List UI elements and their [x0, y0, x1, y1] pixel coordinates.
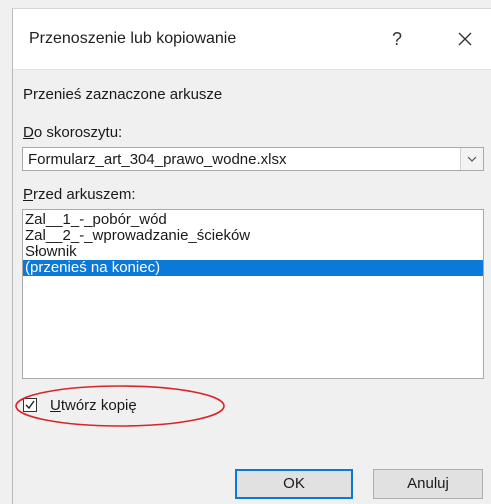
- title-separator: [13, 69, 491, 70]
- checkmark-icon: [25, 400, 35, 410]
- chevron-down-icon: [467, 156, 477, 162]
- create-copy-label-text: twórz kopię: [60, 397, 137, 414]
- to-book-label-accel: D: [23, 124, 34, 141]
- to-book-label: Do skoroszytu:: [23, 124, 122, 141]
- before-sheet-label-text: rzed arkuszem:: [33, 186, 136, 203]
- before-sheet-label-accel: P: [23, 186, 34, 203]
- before-sheet-label: Przed arkuszem:: [23, 186, 136, 203]
- title-bar: Przenoszenie lub kopiowanie ?: [13, 9, 491, 69]
- move-selected-sheets-heading: Przenieś zaznaczone arkusze: [23, 86, 223, 103]
- move-copy-dialog: Przenoszenie lub kopiowanie ? Przenieś z…: [12, 8, 491, 504]
- cancel-button[interactable]: Anuluj: [373, 469, 483, 499]
- to-book-value: Formularz_art_304_prawo_wodne.xlsx: [28, 151, 287, 168]
- list-item[interactable]: Zal__1_-_pobór_wód: [23, 212, 483, 228]
- close-button[interactable]: [449, 23, 481, 55]
- help-icon: ?: [391, 29, 402, 49]
- ok-button[interactable]: OK: [235, 469, 353, 499]
- list-item[interactable]: Słownik: [23, 244, 483, 260]
- to-book-dropdown[interactable]: Formularz_art_304_prawo_wodne.xlsx: [22, 147, 484, 171]
- close-icon: [458, 32, 472, 46]
- dialog-title: Przenoszenie lub kopiowanie: [29, 30, 237, 47]
- create-copy-label: Utwórz kopię: [50, 397, 137, 414]
- list-item[interactable]: Zal__2_-_wprowadzanie_ścieków: [23, 228, 483, 244]
- create-copy-checkbox[interactable]: [23, 398, 37, 412]
- create-copy-label-accel: U: [50, 397, 61, 414]
- dropdown-arrow-button[interactable]: [460, 148, 483, 170]
- to-book-label-text: o skoroszytu:: [33, 124, 123, 141]
- list-item-selected[interactable]: (przenieś na koniec): [23, 260, 483, 276]
- help-button[interactable]: ?: [381, 23, 413, 55]
- before-sheet-list[interactable]: Zal__1_-_pobór_wód Zal__2_-_wprowadzanie…: [22, 209, 484, 379]
